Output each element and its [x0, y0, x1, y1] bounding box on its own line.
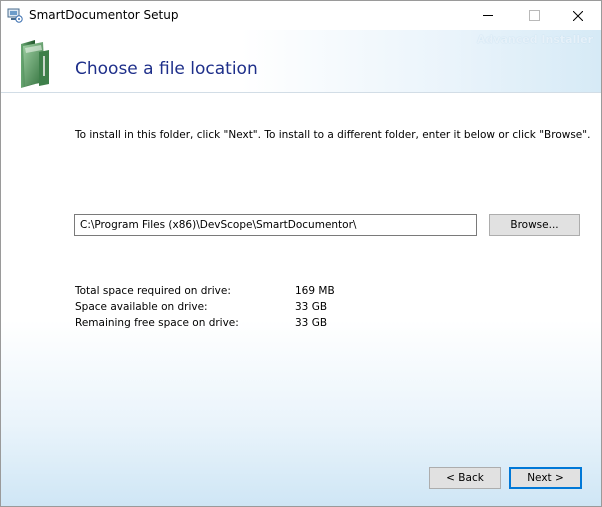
title-bar: SmartDocumentor Setup [1, 1, 601, 30]
wizard-header: Advanced Installer Choose a file locatio… [1, 30, 601, 93]
next-button[interactable]: Next > [509, 467, 582, 489]
space-row: Total space required on drive: 169 MB [75, 285, 335, 301]
space-value: 169 MB [295, 285, 335, 297]
maximize-button[interactable] [511, 1, 557, 30]
maximize-icon [528, 10, 540, 21]
window-title: SmartDocumentor Setup [29, 8, 179, 22]
wizard-body: To install in this folder, click "Next".… [1, 93, 601, 506]
page-title: Choose a file location [75, 59, 258, 79]
space-value: 33 GB [295, 301, 328, 313]
space-value: 33 GB [295, 317, 328, 329]
folder-icon [13, 38, 53, 90]
disk-space-info: Total space required on drive: 169 MB Sp… [75, 285, 335, 333]
back-button[interactable]: < Back [429, 467, 501, 489]
setup-app-icon [7, 7, 23, 23]
instruction-text: To install in this folder, click "Next".… [75, 129, 591, 141]
space-row: Remaining free space on drive: 33 GB [75, 317, 335, 333]
brand-watermark: Advanced Installer [476, 33, 593, 46]
installer-window: SmartDocumentor Setup Advanced Installer… [0, 0, 602, 507]
minimize-button[interactable] [465, 1, 511, 30]
minimize-icon [483, 15, 493, 16]
close-icon [573, 10, 583, 21]
space-label: Total space required on drive: [75, 285, 231, 297]
browse-button[interactable]: Browse... [489, 214, 580, 236]
space-label: Space available on drive: [75, 301, 208, 313]
install-path-input[interactable] [74, 214, 477, 236]
close-button[interactable] [555, 1, 601, 30]
space-label: Remaining free space on drive: [75, 317, 239, 329]
space-row: Space available on drive: 33 GB [75, 301, 335, 317]
